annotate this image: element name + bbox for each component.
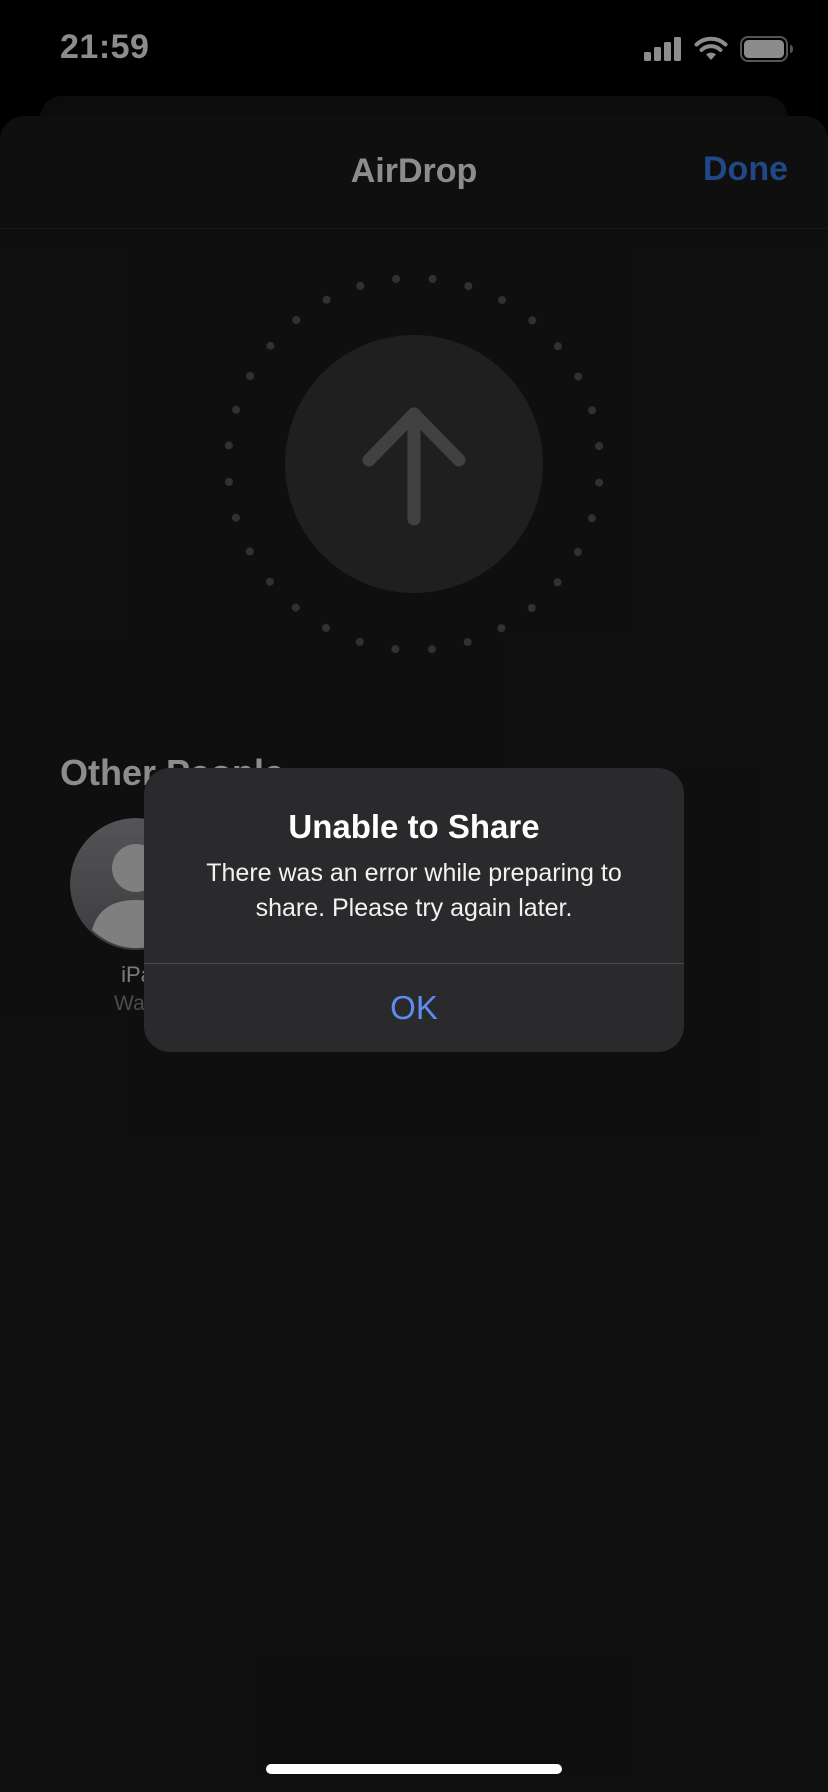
alert-dialog: Unable to Share There was an error while…	[144, 768, 684, 1052]
screen: 21:59 AirDrop Done Other iPa Waiti Unabl…	[0, 0, 828, 1792]
alert-title: Unable to Share	[288, 808, 540, 845]
alert-message: There was an error while preparing to sh…	[206, 859, 622, 922]
ok-button[interactable]: OK	[144, 964, 684, 1052]
home-indicator[interactable]	[266, 1764, 562, 1774]
